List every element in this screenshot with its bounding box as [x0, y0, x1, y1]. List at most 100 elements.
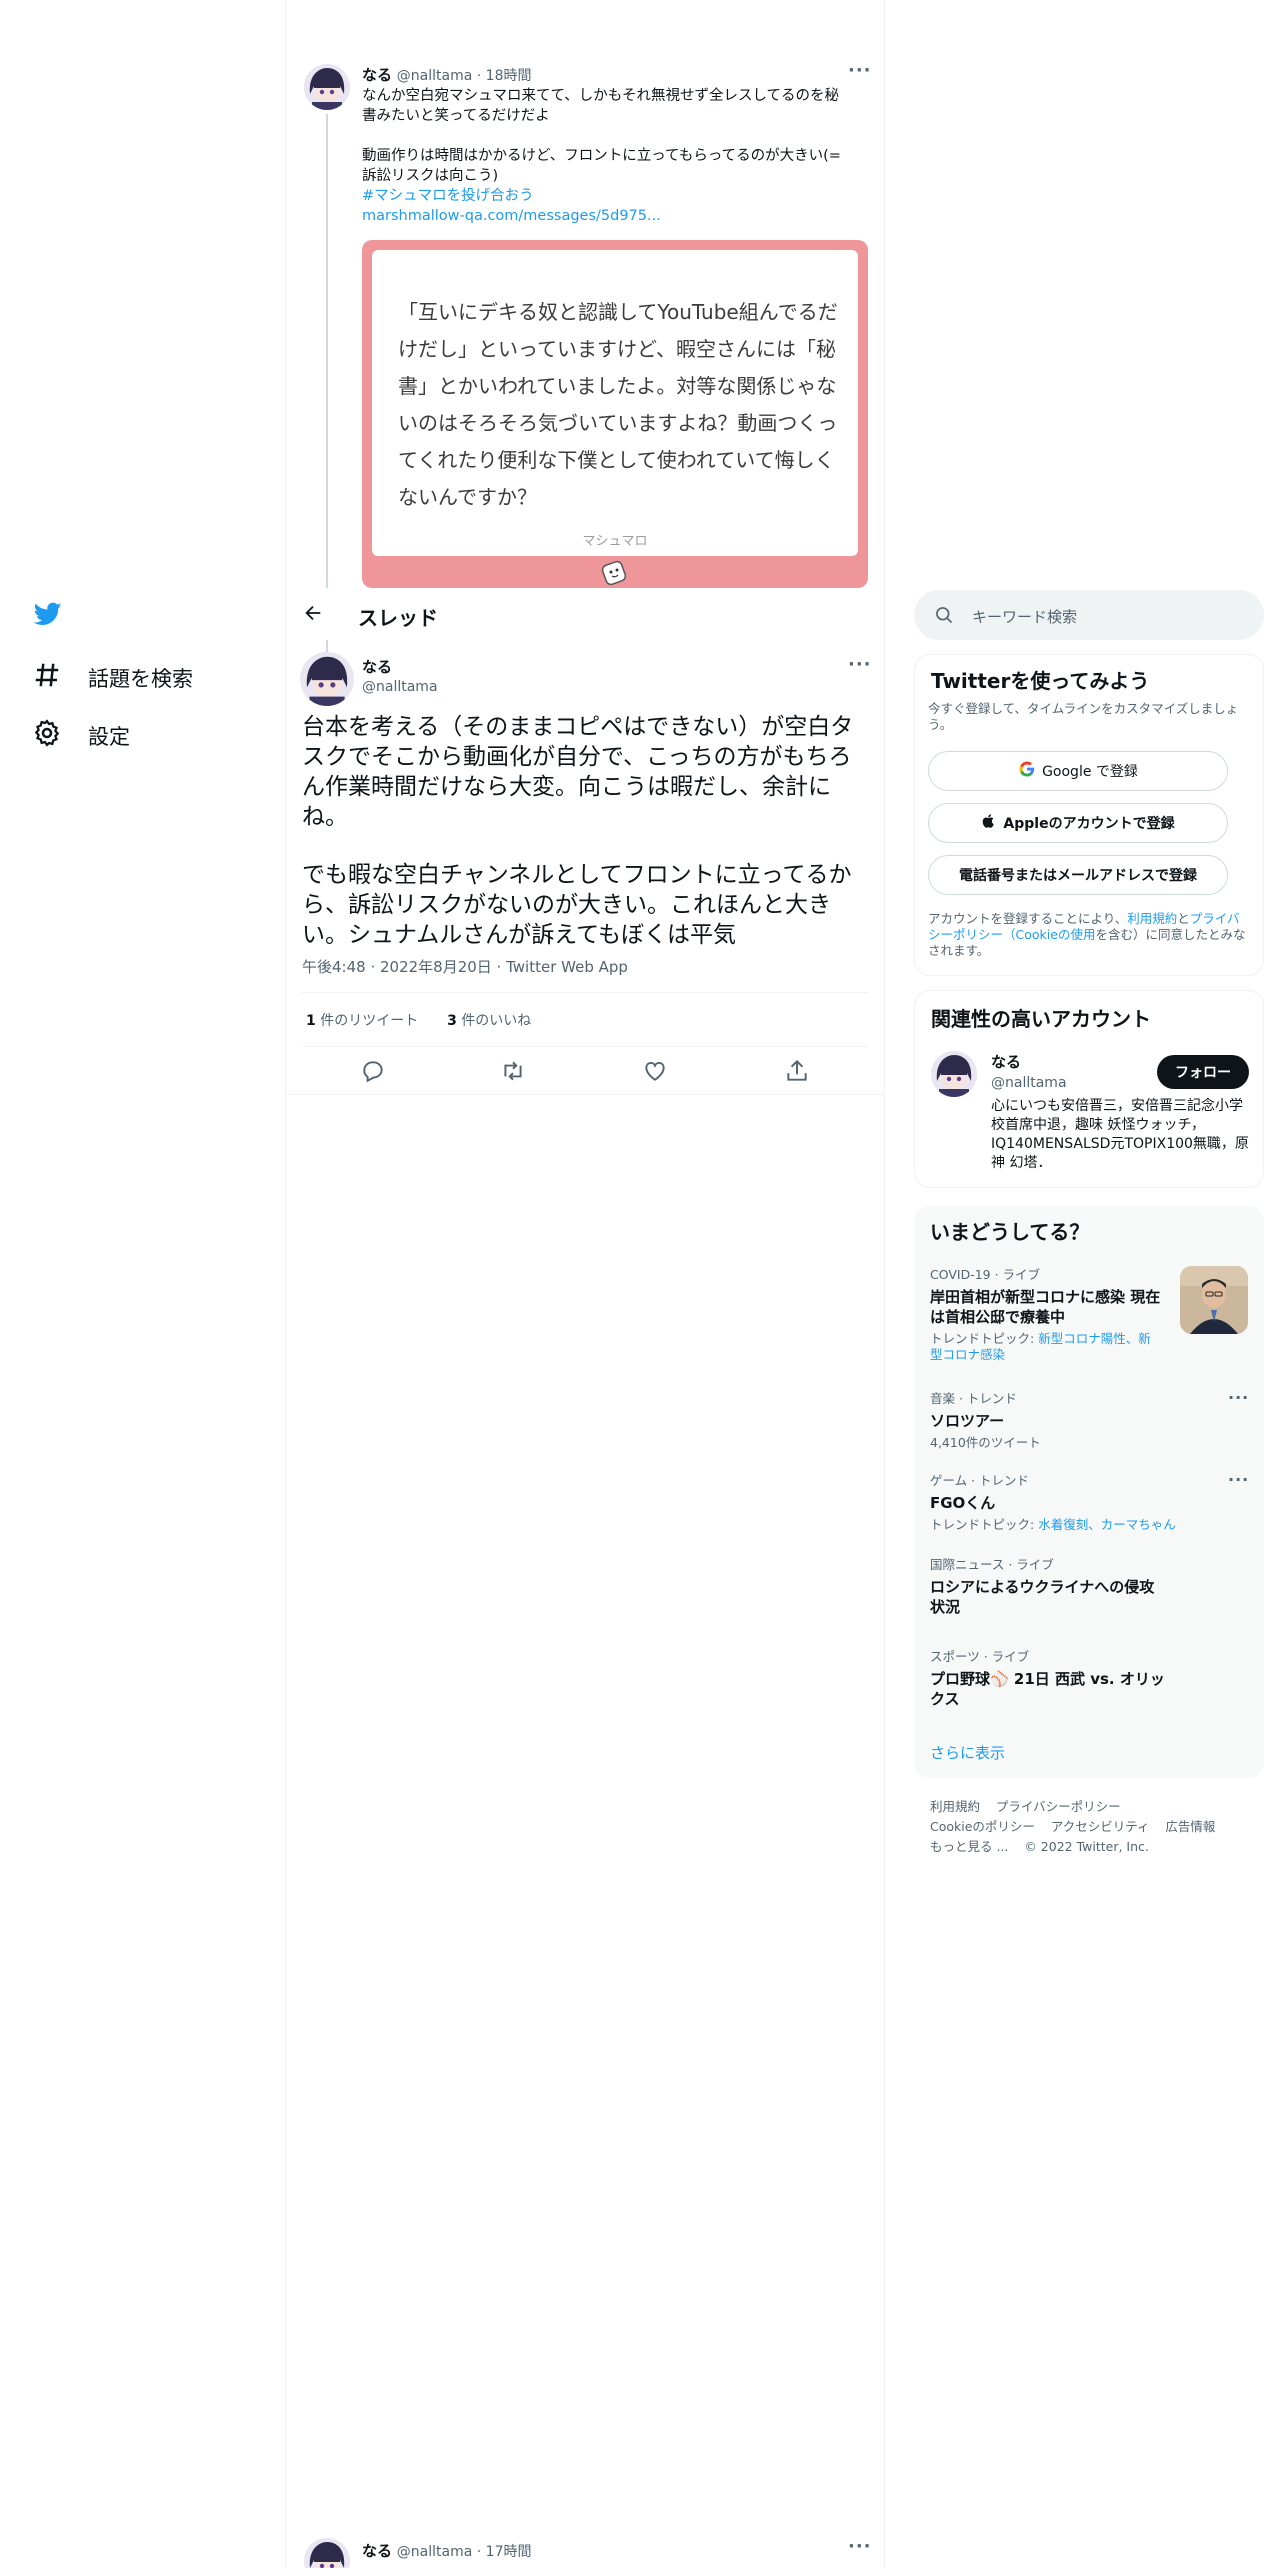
more-icon[interactable]: ··· — [848, 654, 872, 675]
share-icon[interactable] — [784, 1058, 810, 1084]
user-name[interactable]: なる — [362, 66, 392, 84]
show-more-link[interactable]: さらに表示 — [930, 1742, 1005, 1763]
phone-signup-label: 電話番号またはメールアドレスで登録 — [959, 868, 1197, 884]
signup-subtitle: 今すぐ登録して、タイムラインをカスタマイズしましょう。 — [928, 701, 1239, 732]
tweet-header: なる @nalltama · 17時間 — [362, 2540, 531, 2561]
tweet-timestamp[interactable]: 午後4:48 · 2022年8月20日 · Twitter Web App — [302, 956, 628, 977]
tweet-line: 訴訟リスクは向こう) — [362, 168, 499, 184]
signup-card: Twitterを使ってみよう 今すぐ登録して、タイムラインをカスタマイズしましょ… — [914, 654, 1264, 976]
follow-button[interactable]: フォロー — [1157, 1055, 1249, 1089]
footer-terms[interactable]: 利用規約 — [930, 1799, 980, 1814]
trend-item[interactable]: ゲーム · トレンド FGOくん トレンドトピック: 水着復刻、カーマちゃん — [930, 1470, 1230, 1533]
main-tweet-user[interactable]: なる @nalltama — [362, 656, 438, 695]
cookie-link[interactable]: Cookieの使用 — [1016, 927, 1096, 942]
url-link[interactable]: marshmallow-qa.com/messages/5d975... — [362, 206, 872, 226]
nav-explore[interactable]: 話題を検索 — [32, 660, 193, 695]
trend-item[interactable]: 国際ニュース · ライブ ロシアによるウクライナへの侵攻状況 — [930, 1554, 1166, 1617]
trends-title: いまどうしてる？ — [930, 1220, 1090, 1244]
more-icon[interactable]: ··· — [1228, 1470, 1249, 1489]
signup-terms: アカウントを登録することにより、利用規約とプライバシーポリシー（Cookieの使… — [928, 911, 1250, 959]
user-handle[interactable]: @nalltama — [362, 679, 438, 695]
user-handle[interactable]: @nalltama — [991, 1075, 1067, 1091]
nav-explore-label: 話題を検索 — [88, 666, 193, 691]
trend-item[interactable]: スポーツ · ライブ プロ野球⚾ 21日 西武 vs. オリックス — [930, 1646, 1166, 1709]
user-name[interactable]: なる — [991, 1051, 1067, 1072]
footer-more[interactable]: もっと見る ... — [930, 1839, 1008, 1854]
divider — [302, 1046, 868, 1047]
marshmallow-label: マシュマロ — [582, 534, 648, 549]
footer-ads[interactable]: 広告情報 — [1165, 1819, 1215, 1834]
terms-text: と — [1177, 911, 1190, 926]
divider — [286, 1094, 884, 1095]
marshmallow-card[interactable]: 「互いにデキる奴と認識してYouTube組んでるだけだし」といっていますけど、暇… — [362, 240, 868, 588]
avatar[interactable] — [304, 2538, 350, 2568]
tweet-header: なる @nalltama · 18時間 — [362, 64, 531, 85]
retweets-stat[interactable]: 1 件のリツイート — [306, 1013, 418, 1029]
footer-row: Cookieのポリシー アクセシビリティ 広告情報 — [930, 1816, 1215, 1835]
user-name[interactable]: なる — [362, 2542, 392, 2560]
thread-line-top — [326, 640, 328, 652]
apple-icon — [981, 812, 997, 834]
trend-category: 国際ニュース · ライブ — [930, 1557, 1054, 1572]
reply-icon[interactable] — [360, 1058, 386, 1084]
trend-title: プロ野球⚾ 21日 西武 vs. オリックス — [930, 1670, 1165, 1708]
divider — [302, 992, 868, 993]
footer-row: もっと見る ... © 2022 Twitter, Inc. — [930, 1836, 1149, 1855]
likes-stat[interactable]: 3 件のいいね — [447, 1013, 531, 1029]
tweet-paragraph: でも暇な空白チャンネルとしてフロントに立ってるから、訴訟リスクがないのが大きい。… — [302, 862, 852, 948]
terms-text: アカウントを登録することにより、 — [928, 911, 1128, 926]
avatar[interactable] — [931, 1051, 977, 1097]
tweet-line: なんか空白宛マシュマロ来てて、しかもそれ無視せず全レスしてるのを秘 — [362, 88, 840, 104]
back-arrow-icon[interactable] — [302, 602, 324, 628]
avatar[interactable] — [304, 64, 350, 110]
google-signup-button[interactable]: Google で登録 — [928, 751, 1228, 791]
trend-sub: 4,410件のツイート — [930, 1435, 1041, 1450]
relevant-user[interactable]: なる @nalltama — [991, 1051, 1067, 1091]
terms-link[interactable]: 利用規約 — [1127, 911, 1177, 926]
apple-signup-button[interactable]: Appleのアカウントで登録 — [928, 803, 1228, 843]
nav-settings[interactable]: 設定 — [32, 718, 130, 753]
handle-time[interactable]: @nalltama · 17時間 — [397, 2544, 532, 2560]
trend-category: スポーツ · ライブ — [930, 1649, 1030, 1664]
trend-title: ソロツアー — [930, 1412, 1005, 1430]
relevant-title: 関連性の高いアカウント — [931, 1007, 1151, 1031]
tweet-line: 書みたいと笑ってるだけだよ — [362, 108, 550, 124]
tweet-stats: 1 件のリツイート 3 件のいいね — [306, 1010, 531, 1030]
more-icon[interactable]: ··· — [1228, 1388, 1249, 1407]
trend-sub: トレンドトピック: 新型コロナ陽性、新型コロナ感染 — [930, 1331, 1151, 1362]
user-name[interactable]: なる — [362, 656, 438, 677]
thread-header: スレッド — [286, 588, 884, 640]
gear-icon — [32, 718, 62, 753]
trend-title: 岸田首相が新型コロナに感染 現在は首相公邸で療養中 — [930, 1288, 1161, 1326]
column-divider-left — [285, 0, 286, 2568]
google-signup-label: Google で登録 — [1042, 764, 1138, 780]
like-icon[interactable] — [642, 1058, 668, 1084]
trend-topic-link[interactable]: 水着復刻、カーマちゃん — [1038, 1517, 1176, 1532]
phone-email-signup-button[interactable]: 電話番号またはメールアドレスで登録 — [928, 855, 1228, 895]
retweet-icon[interactable] — [500, 1058, 526, 1084]
handle-time[interactable]: @nalltama · 18時間 — [397, 68, 532, 84]
hashtag-link[interactable]: #マシュマロを投げ合おう — [362, 186, 872, 206]
trend-sub: トレンドトピック: 水着復刻、カーマちゃん — [930, 1517, 1176, 1532]
more-icon[interactable]: ··· — [848, 60, 872, 81]
marshmallow-card-inner: 「互いにデキる奴と認識してYouTube組んでるだけだし」といっていますけど、暇… — [372, 250, 858, 556]
apple-signup-label: Appleのアカウントで登録 — [1003, 816, 1175, 832]
trend-category: COVID-19 · ライブ — [930, 1267, 1041, 1282]
more-icon[interactable]: ··· — [848, 2536, 872, 2557]
search-placeholder: キーワード検索 — [972, 608, 1078, 626]
search-box[interactable]: キーワード検索 — [914, 590, 1264, 640]
trends-card: いまどうしてる？ COVID-19 · ライブ 岸田首相が新型コロナに感染 現在… — [914, 1206, 1264, 1778]
trend-title: ロシアによるウクライナへの侵攻状況 — [930, 1578, 1155, 1616]
footer-privacy[interactable]: プライバシーポリシー — [996, 1799, 1121, 1814]
footer-cookie[interactable]: Cookieのポリシー — [930, 1819, 1035, 1834]
twitter-logo-icon[interactable] — [32, 600, 64, 632]
signup-title: Twitterを使ってみよう — [931, 669, 1150, 693]
footer-accessibility[interactable]: アクセシビリティ — [1051, 1819, 1150, 1834]
trend-item[interactable]: 音楽 · トレンド ソロツアー 4,410件のツイート — [930, 1388, 1230, 1451]
trend-item[interactable]: COVID-19 · ライブ 岸田首相が新型コロナに感染 現在は首相公邸で療養中… — [930, 1264, 1162, 1363]
main-tweet-text: 台本を考える（そのままコピペはできない）が空白タスクでそこから動画化が自分で、こ… — [302, 712, 872, 950]
column-divider-right — [884, 0, 885, 2568]
relevant-accounts-card: 関連性の高いアカウント なる @nalltama フォロー 心にいつも安倍晋三，… — [914, 990, 1264, 1188]
trend-category: ゲーム · トレンド — [930, 1473, 1030, 1488]
avatar[interactable] — [300, 652, 354, 706]
